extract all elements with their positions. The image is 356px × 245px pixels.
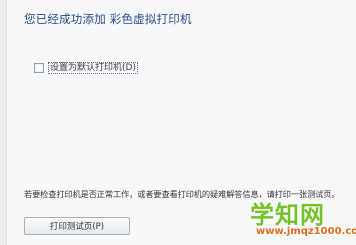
dialog-left-edge <box>0 0 7 245</box>
default-printer-checkbox[interactable] <box>34 63 44 73</box>
default-printer-label[interactable]: 设置为默认打印机(D) <box>48 62 138 74</box>
site-watermark: 学知网 www.jmqz1000.com <box>244 196 356 244</box>
watermark-url: www.jmqz1000.com <box>256 226 356 237</box>
print-test-page-button[interactable]: 打印测试页(P) <box>24 217 130 235</box>
default-printer-option[interactable]: 设置为默认打印机(D) <box>34 62 138 74</box>
watermark-logo-text: 学知网 <box>250 201 325 229</box>
dialog-title: 您已经成功添加 彩色虚拟打印机 <box>24 12 192 26</box>
add-printer-dialog: 您已经成功添加 彩色虚拟打印机 设置为默认打印机(D) 若要检查打印机是否正常工… <box>0 0 356 245</box>
